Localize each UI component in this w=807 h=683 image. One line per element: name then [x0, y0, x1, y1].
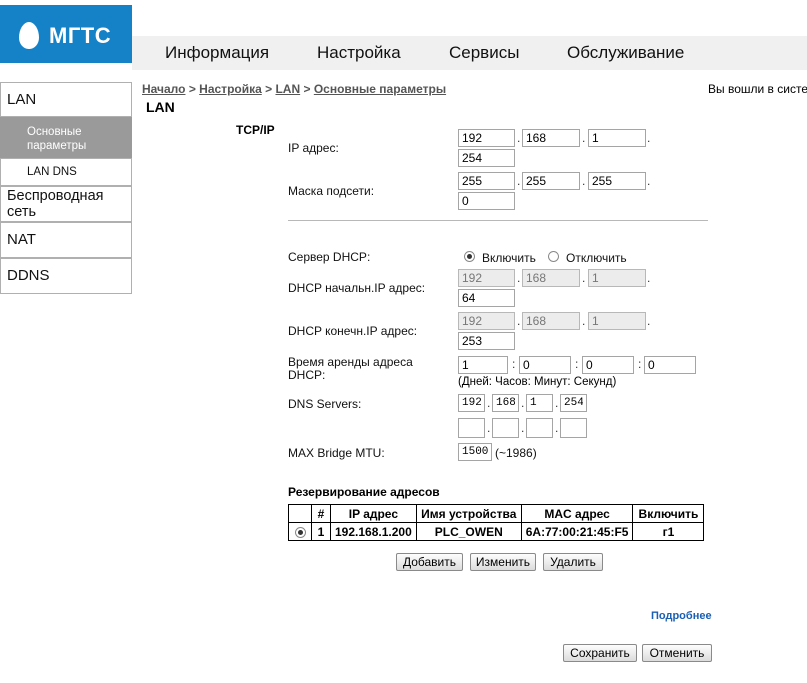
- lease-days-input[interactable]: [458, 356, 508, 374]
- dns1-octet-4[interactable]: [560, 394, 587, 412]
- row-device-name: PLC_OWEN: [415, 522, 522, 541]
- ip-octet-2[interactable]: [522, 129, 580, 147]
- add-button[interactable]: Добавить: [396, 553, 463, 571]
- dns1-octet-2[interactable]: [492, 394, 519, 412]
- dhcp-start-label: DHCP начальн.IP адрес:: [288, 281, 426, 295]
- dhcp-start-octet-1: [458, 269, 515, 287]
- dhcp-end-label: DHCP конечн.IP адрес:: [288, 324, 418, 338]
- col-enable: Включить: [632, 504, 705, 523]
- ip-octet-4[interactable]: [458, 149, 515, 167]
- reservation-table: # IP адрес Имя устройства MAC адрес Вклю…: [288, 504, 705, 541]
- breadcrumb-lan[interactable]: LAN: [275, 82, 300, 96]
- cancel-button[interactable]: Отменить: [642, 644, 712, 662]
- row-select-cell[interactable]: [288, 522, 312, 541]
- dns1-octet-1[interactable]: [458, 394, 485, 412]
- col-num: #: [311, 504, 331, 523]
- menu-settings[interactable]: Настройка: [317, 43, 401, 63]
- col-mac: MAC адрес: [520, 504, 634, 523]
- lease-minutes-input[interactable]: [582, 356, 634, 374]
- logo-text: МГТС: [49, 23, 112, 48]
- menu-info[interactable]: Информация: [165, 43, 269, 63]
- row-enable: г1: [632, 522, 705, 541]
- mask-octet-1[interactable]: [458, 172, 515, 190]
- page-title: LAN: [146, 99, 175, 115]
- sidebar-item-label: Беспроводная сеть: [7, 188, 104, 220]
- col-select: [288, 504, 312, 523]
- breadcrumb-basic[interactable]: Основные параметры: [314, 82, 446, 96]
- dhcp-end-octet-1: [458, 312, 515, 330]
- dhcp-start-octet-2: [522, 269, 580, 287]
- sidebar-item-ddns[interactable]: DDNS: [0, 258, 132, 294]
- dhcp-end-octet-4[interactable]: [458, 332, 515, 350]
- dns2-octet-1[interactable]: [458, 418, 485, 438]
- ip-label: IP адрес:: [288, 141, 339, 155]
- sidebar-item-lan[interactable]: LAN: [0, 82, 132, 117]
- sidebar-item-label: Основные параметры: [27, 126, 87, 152]
- dhcp-off-radio[interactable]: [548, 251, 559, 262]
- top-menu: Информация Настройка Сервисы Обслуживани…: [132, 36, 807, 70]
- table-header-row: # IP адрес Имя устройства MAC адрес Вклю…: [288, 504, 705, 523]
- mask-octet-2[interactable]: [522, 172, 580, 190]
- section-tcpip: TCP/IP: [236, 123, 275, 137]
- dhcp-start-octet-4[interactable]: [458, 289, 515, 307]
- col-ip: IP адрес: [330, 504, 417, 523]
- dns2-octet-4[interactable]: [560, 418, 587, 438]
- menu-services[interactable]: Сервисы: [449, 43, 519, 63]
- sidebar-item-nat[interactable]: NAT: [0, 222, 132, 258]
- mtu-label: MAX Bridge MTU:: [288, 446, 385, 460]
- col-device-name: Имя устройства: [415, 504, 522, 523]
- ip-octet-3[interactable]: [588, 129, 646, 147]
- sidebar-item-wireless[interactable]: Беспроводная сеть: [0, 186, 132, 222]
- breadcrumb-settings[interactable]: Настройка: [199, 82, 262, 96]
- row-mac: 6A:77:00:21:45:F5: [520, 522, 634, 541]
- breadcrumb-home[interactable]: Начало: [142, 82, 185, 96]
- divider: [288, 220, 708, 221]
- lease-hours-input[interactable]: [519, 356, 571, 374]
- edit-button[interactable]: Изменить: [470, 553, 536, 571]
- login-status: Вы вошли в систе: [708, 82, 807, 96]
- row-num: 1: [311, 522, 331, 541]
- row-ip: 192.168.1.200: [330, 522, 417, 541]
- mask-label: Маска подсети:: [288, 184, 375, 198]
- dhcp-start-octet-3: [588, 269, 646, 287]
- ip-octet-1[interactable]: [458, 129, 515, 147]
- mask-octet-3[interactable]: [588, 172, 646, 190]
- dns1-octet-3[interactable]: [526, 394, 553, 412]
- dhcp-end-octet-3: [588, 312, 646, 330]
- sidebar-item-basic-params[interactable]: Основные параметры: [0, 117, 132, 158]
- row-select-radio[interactable]: [294, 526, 306, 538]
- lease-label: Время аренды адреса DHCP:: [288, 355, 413, 382]
- dhcp-server-label: Сервер DHCP:: [288, 250, 371, 264]
- menu-maintenance[interactable]: Обслуживание: [567, 43, 684, 63]
- dhcp-on-label: Включить: [482, 251, 536, 265]
- dns2-octet-2[interactable]: [492, 418, 519, 438]
- delete-button[interactable]: Удалить: [543, 553, 603, 571]
- more-link[interactable]: Подробнее: [651, 610, 712, 622]
- mtu-hint: (~1986): [495, 446, 537, 460]
- breadcrumb: Начало > Настройка > LAN > Основные пара…: [142, 82, 447, 96]
- lease-hint: (Дней: Часов: Минут: Секунд): [458, 376, 617, 388]
- save-button[interactable]: Сохранить: [563, 644, 637, 662]
- mtu-input[interactable]: [458, 443, 492, 461]
- mask-octet-4[interactable]: [458, 192, 515, 210]
- table-row: 1 192.168.1.200 PLC_OWEN 6A:77:00:21:45:…: [288, 522, 705, 541]
- logo-egg-icon: [19, 22, 39, 49]
- dns2-octet-3[interactable]: [526, 418, 553, 438]
- mgts-logo: МГТС: [0, 5, 132, 63]
- dhcp-on-radio[interactable]: [464, 251, 475, 262]
- dns-label: DNS Servers:: [288, 397, 362, 411]
- sidebar-item-lan-dns[interactable]: LAN DNS: [0, 158, 132, 186]
- dhcp-end-octet-2: [522, 312, 580, 330]
- reservation-title: Резервирование адресов: [288, 485, 440, 499]
- lease-seconds-input[interactable]: [644, 356, 696, 374]
- dhcp-off-label: Отключить: [566, 251, 627, 265]
